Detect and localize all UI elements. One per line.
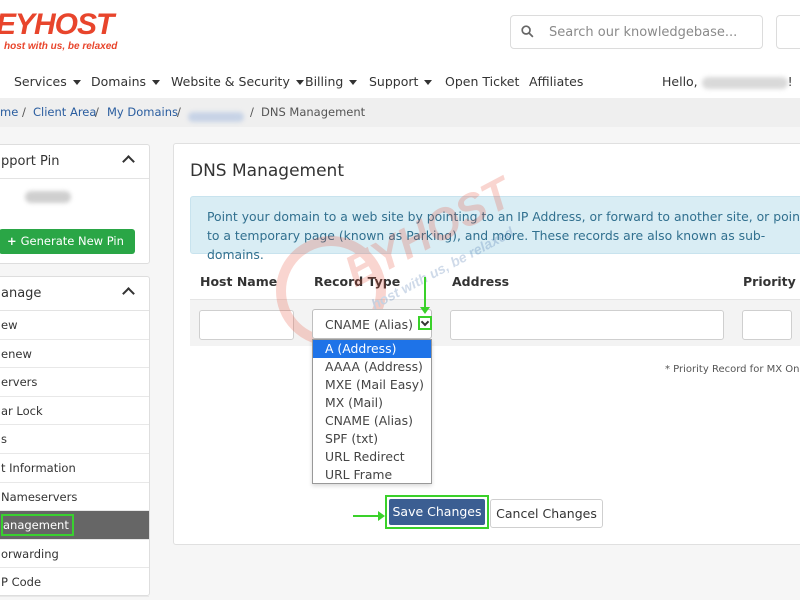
caret-down-icon (295, 80, 304, 85)
cancel-changes-button[interactable]: Cancel Changes (490, 499, 603, 528)
priority-input[interactable] (742, 310, 792, 340)
knowledgebase-search (510, 15, 763, 49)
logo-tagline: host with us, be relaxed (4, 41, 118, 52)
nav-billing[interactable]: Billing (305, 74, 358, 89)
site-header: EYHOST host with us, be relaxed (0, 0, 800, 66)
sidebar-item-overview[interactable]: ew (0, 311, 149, 340)
support-pin-panel: pport Pin + Generate New Pin (0, 144, 150, 264)
breadcrumb: me / Client Area / My Domains / / DNS Ma… (0, 98, 800, 127)
manage-panel: anage ew enew ervers ar Lock s t Informa… (0, 276, 150, 597)
manage-header[interactable]: anage (0, 277, 149, 311)
option-spf-txt[interactable]: SPF (txt) (313, 430, 431, 448)
sidebar-item-private-nameservers[interactable]: Nameservers (0, 483, 149, 512)
nav-services[interactable]: Services (14, 74, 81, 89)
sidebar-item-addons[interactable]: s (0, 425, 149, 454)
option-mxe-mail-easy[interactable]: MXE (Mail Easy) (313, 376, 431, 394)
column-priority: Priority (743, 274, 796, 289)
plus-icon: + (7, 234, 17, 248)
dns-management-card: DNS Management Point your domain to a we… (173, 143, 800, 545)
sidebar-item-epp-code[interactable]: P Code (0, 568, 149, 597)
support-pin-value-blurred (25, 191, 71, 203)
option-mx-mail[interactable]: MX (Mail) (313, 394, 431, 412)
sidebar-item-registrar-lock[interactable]: ar Lock (0, 397, 149, 426)
record-type-select[interactable]: CNAME (Alias) (312, 309, 432, 339)
search-icon (521, 25, 534, 38)
record-type-dropdown: A (Address) AAAA (Address) MXE (Mail Eas… (312, 339, 432, 484)
sidebar-item-email-forwarding[interactable]: orwarding (0, 540, 149, 569)
annotation-arrow-right (353, 511, 385, 521)
caret-down-icon (152, 80, 161, 85)
sidebar-item-renew[interactable]: enew (0, 340, 149, 369)
host-name-input[interactable] (199, 310, 294, 340)
nav-user-greeting[interactable]: Hello,! (662, 74, 793, 89)
logo-text: EYHOST (0, 8, 114, 41)
sidebar-item-dns-management[interactable]: anagement (0, 511, 149, 540)
nav-support[interactable]: Support (369, 74, 433, 89)
chevron-up-icon[interactable] (122, 287, 135, 300)
dns-table-header: Host Name Record Type Address Priority (190, 262, 800, 300)
caret-down-icon (72, 80, 81, 85)
breadcrumb-domain-blurred[interactable] (188, 112, 244, 122)
search-input[interactable] (547, 21, 755, 43)
option-url-frame[interactable]: URL Frame (313, 466, 431, 484)
nav-affiliates[interactable]: Affiliates (529, 74, 583, 89)
brand-logo[interactable]: EYHOST host with us, be relaxed (0, 8, 118, 53)
option-a-address[interactable]: A (Address) (313, 340, 431, 358)
address-input[interactable] (450, 310, 724, 340)
chevron-up-icon[interactable] (122, 155, 135, 168)
save-highlight: Save Changes (385, 495, 489, 529)
option-url-redirect[interactable]: URL Redirect (313, 448, 431, 466)
main-navigation: Services Domains Website & Security Bill… (0, 66, 800, 98)
priority-note: * Priority Record for MX Only (665, 364, 800, 375)
info-alert: Point your domain to a web site by point… (190, 196, 800, 262)
nav-website-security[interactable]: Website & Security (171, 74, 304, 89)
option-aaaa-address[interactable]: AAAA (Address) (313, 358, 431, 376)
support-pin-header[interactable]: pport Pin (0, 145, 149, 179)
breadcrumb-my-domains[interactable]: My Domains (107, 105, 178, 119)
nav-domains[interactable]: Domains (91, 74, 161, 89)
chevron-down-icon (420, 317, 430, 327)
column-record-type: Record Type (314, 274, 401, 289)
sidebar-item-nameservers[interactable]: ervers (0, 368, 149, 397)
nav-open-ticket[interactable]: Open Ticket (445, 74, 519, 89)
column-address: Address (452, 274, 510, 289)
save-changes-button[interactable]: Save Changes (389, 499, 485, 525)
annotation-arrow-down (420, 277, 430, 314)
page-title: DNS Management (190, 161, 344, 181)
breadcrumb-current: DNS Management (261, 105, 366, 119)
breadcrumb-home[interactable]: me (0, 105, 18, 119)
caret-down-icon (349, 80, 358, 85)
option-cname-alias[interactable]: CNAME (Alias) (313, 412, 431, 430)
caret-down-icon (424, 80, 433, 85)
blurred-username (701, 76, 788, 89)
generate-new-pin-button[interactable]: + Generate New Pin (0, 229, 135, 254)
select-arrow-highlight[interactable] (418, 316, 432, 330)
cart-button[interactable] (776, 15, 800, 49)
column-host-name: Host Name (200, 274, 278, 289)
breadcrumb-client-area[interactable]: Client Area (33, 105, 96, 119)
sidebar-item-contact-information[interactable]: t Information (0, 454, 149, 483)
